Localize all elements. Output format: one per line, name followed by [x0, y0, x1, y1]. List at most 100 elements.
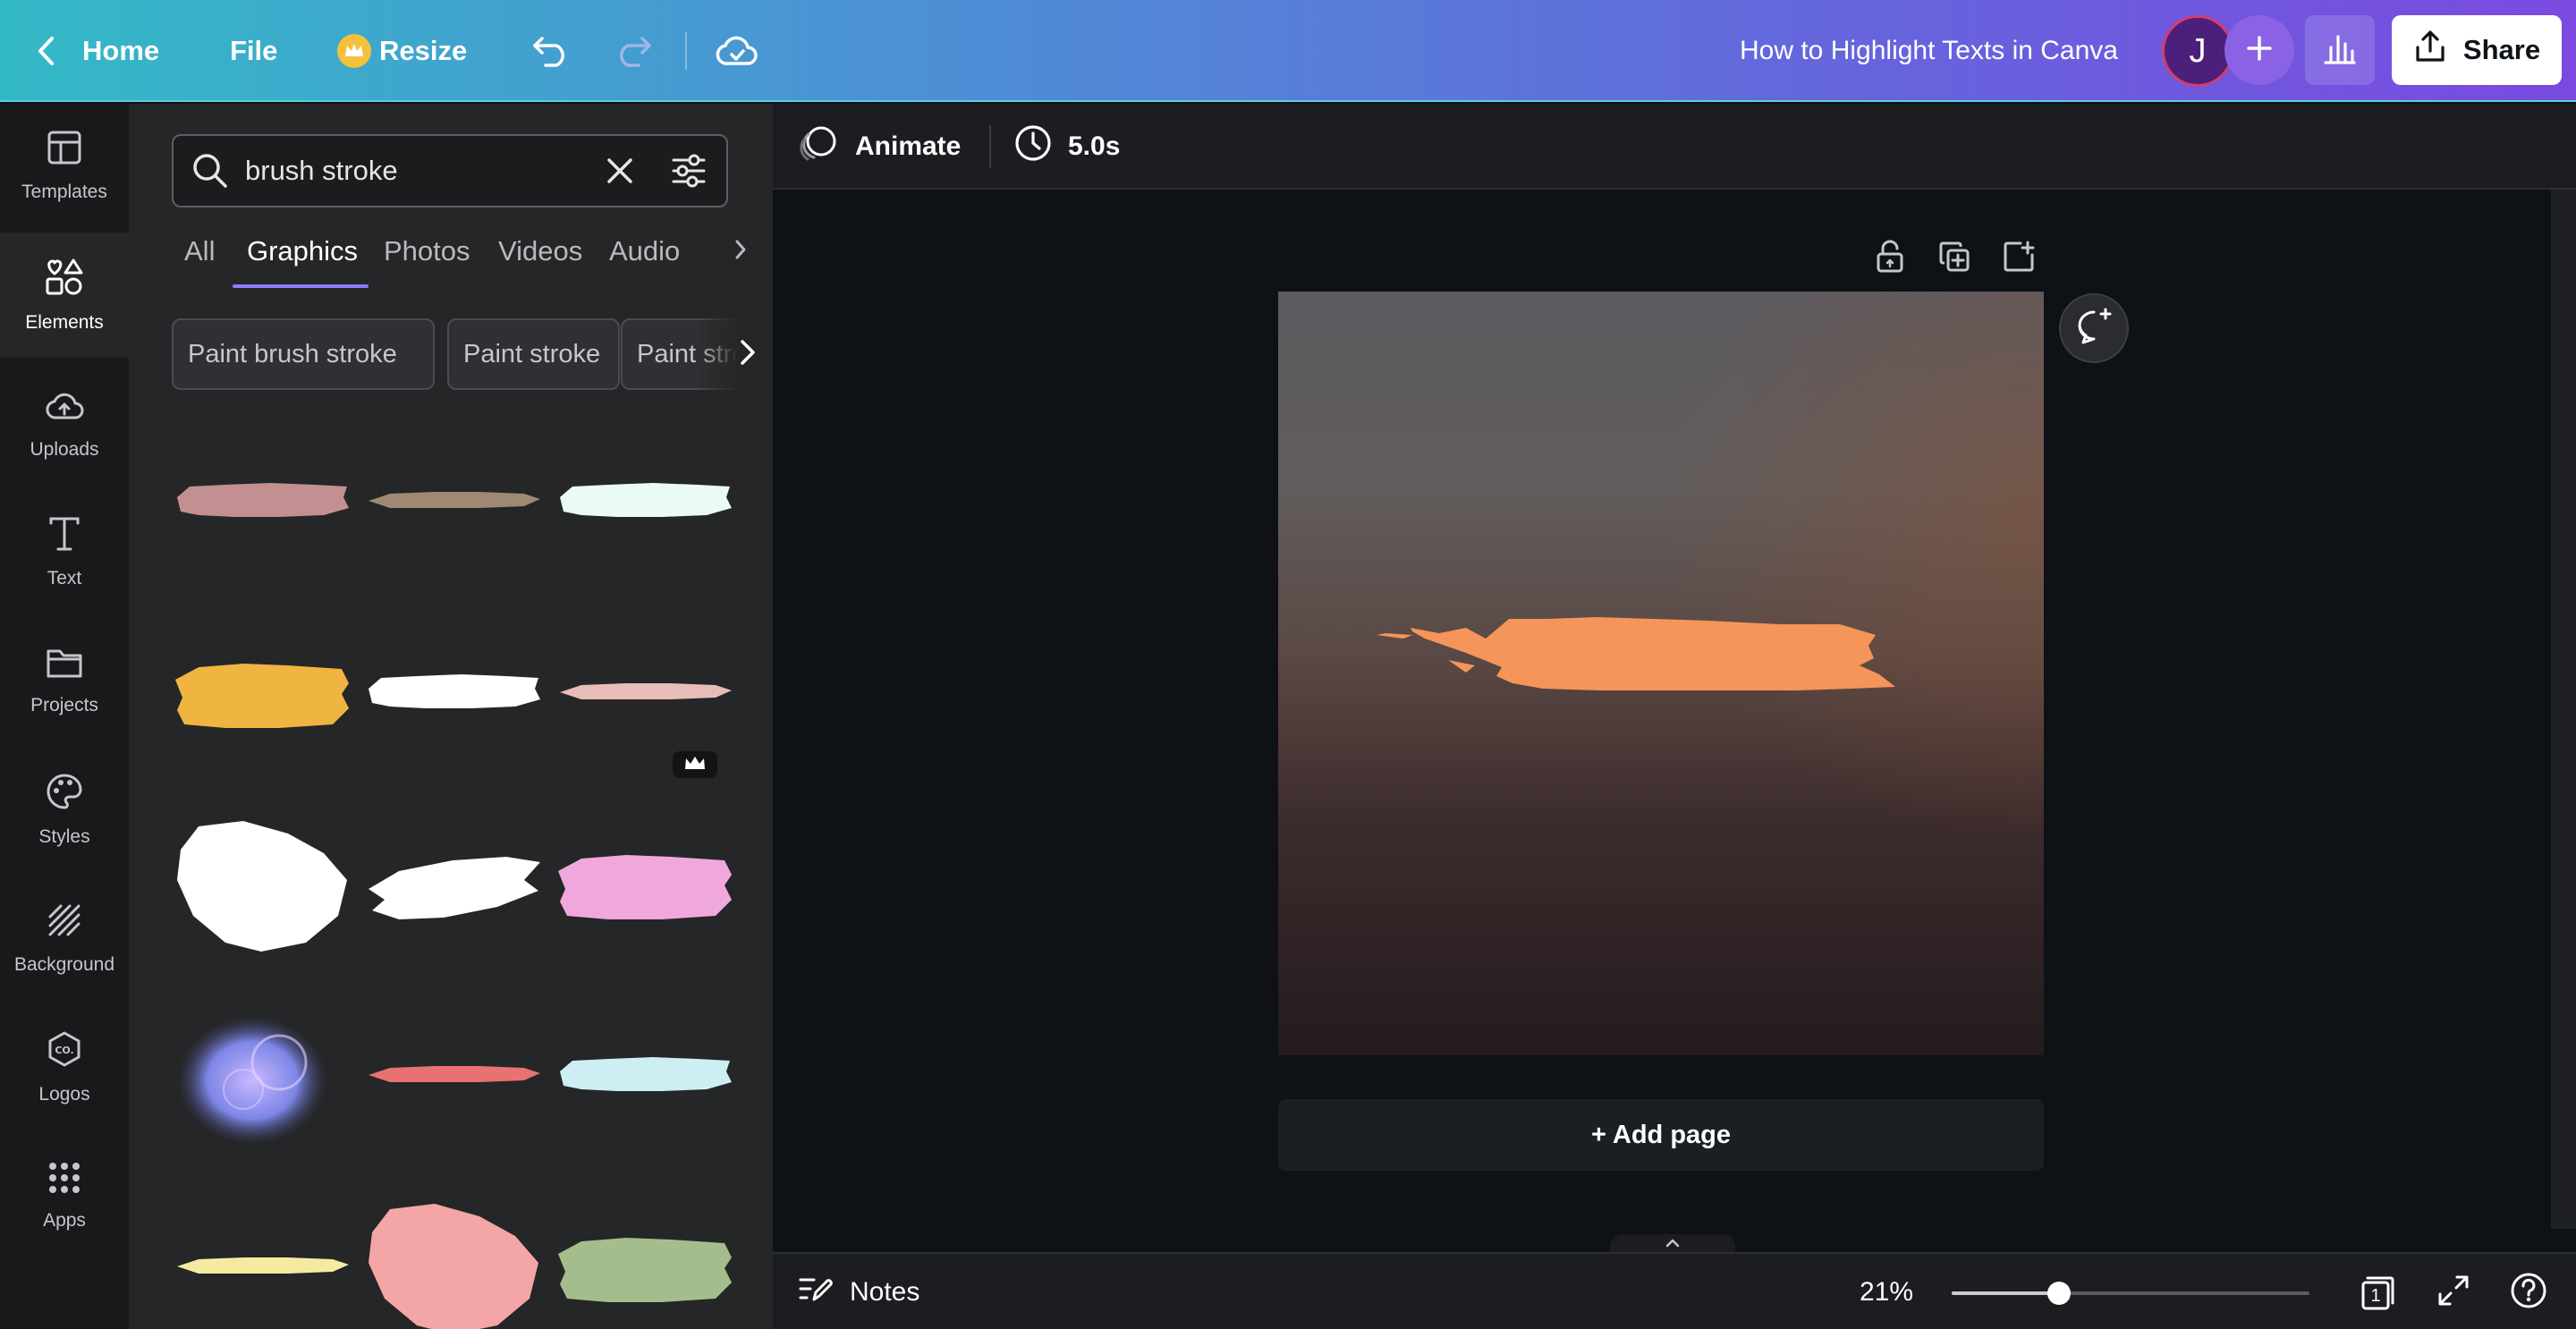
brush-stroke-graphic: [560, 1057, 732, 1091]
brush-stroke-graphic: [560, 483, 732, 517]
brush-stroke-graphic: [175, 664, 349, 728]
workspace-scrollbar[interactable]: [2551, 190, 2576, 1229]
graphic-item[interactable]: [172, 817, 351, 961]
add-page-icon-button[interactable]: [1992, 236, 2046, 281]
zoom-percentage[interactable]: 21%: [1846, 1254, 1927, 1329]
redo-button[interactable]: [614, 0, 653, 102]
notes-icon: [798, 1273, 834, 1312]
palette-icon: [46, 773, 83, 816]
graphic-item[interactable]: [363, 461, 542, 551]
rail-item-apps[interactable]: Apps: [0, 1134, 129, 1259]
graphic-item[interactable]: [555, 461, 733, 551]
zoom-slider[interactable]: [1952, 1282, 2309, 1305]
tabs-scroll-right[interactable]: [708, 224, 773, 278]
tab-all[interactable]: All: [184, 224, 215, 278]
page-count-button[interactable]: 1: [2354, 1268, 2402, 1316]
search-box[interactable]: brush stroke: [172, 134, 728, 207]
graphic-item[interactable]: [555, 1036, 733, 1125]
duration-label: 5.0s: [1068, 131, 1121, 161]
left-rail: Templates Elements Uploads Text Projects: [0, 104, 129, 1329]
notes-button[interactable]: Notes: [798, 1254, 919, 1329]
lock-icon: [1875, 240, 1905, 278]
duplicate-page-button[interactable]: [1928, 236, 1981, 281]
animate-button[interactable]: Animate: [798, 104, 961, 190]
fullscreen-button[interactable]: [2429, 1268, 2478, 1316]
folder-icon: [46, 647, 83, 684]
uploads-icon: [45, 387, 84, 428]
tab-videos[interactable]: Videos: [498, 224, 582, 278]
invite-button[interactable]: [2224, 15, 2294, 85]
active-tab-indicator: [233, 284, 369, 288]
graphic-item[interactable]: [172, 653, 351, 742]
add-comment-button[interactable]: [2059, 293, 2129, 363]
cloud-check-icon: [716, 35, 758, 67]
graphic-item[interactable]: [555, 1227, 733, 1316]
graphic-item[interactable]: [172, 461, 351, 551]
rail-label: Templates: [21, 182, 107, 202]
search-input[interactable]: brush stroke: [245, 136, 398, 206]
duration-button[interactable]: 5.0s: [1014, 104, 1120, 190]
tab-photos[interactable]: Photos: [384, 224, 470, 278]
graphic-item[interactable]: [172, 1009, 351, 1152]
rail-item-templates[interactable]: Templates: [0, 104, 129, 229]
lock-page-button[interactable]: [1863, 236, 1917, 281]
bar-chart-icon: [2323, 31, 2357, 70]
graphic-item[interactable]: [363, 844, 542, 934]
redo-icon: [614, 35, 653, 67]
graphic-item[interactable]: [172, 1227, 351, 1316]
suggestion-chip[interactable]: Paint stroke: [447, 318, 620, 390]
rail-item-uploads[interactable]: Uploads: [0, 361, 129, 487]
chips-scroll-right[interactable]: [696, 318, 773, 390]
avatar[interactable]: J: [2162, 15, 2233, 87]
tab-audio[interactable]: Audio: [609, 224, 680, 278]
rail-item-background[interactable]: Background: [0, 876, 129, 1002]
elements-panel: brush stroke All Graphics Photos Videos …: [129, 104, 773, 1329]
avatar-initial: J: [2189, 31, 2207, 70]
editor-toolbar: Animate 5.0s: [773, 104, 2576, 190]
expand-icon: [2436, 1274, 2470, 1312]
rail-item-projects[interactable]: Projects: [0, 619, 129, 744]
home-button[interactable]: Home: [36, 0, 159, 102]
brush-stroke-graphic: [369, 1204, 538, 1329]
clear-search-icon[interactable]: [605, 156, 635, 190]
document-title[interactable]: How to Highlight Texts in Canva: [1740, 0, 2118, 102]
brush-stroke-graphic: [558, 855, 732, 919]
share-button[interactable]: Share: [2392, 15, 2562, 85]
editor-footer: Notes 21% 1: [773, 1252, 2576, 1329]
insights-button[interactable]: [2305, 15, 2375, 85]
canvas-brush-stroke[interactable]: [1278, 292, 2044, 1055]
undo-button[interactable]: [531, 0, 571, 102]
filter-icon[interactable]: [671, 154, 707, 192]
rail-label: Logos: [38, 1084, 90, 1105]
brush-stroke-graphic: [560, 683, 732, 699]
resize-button[interactable]: Resize: [336, 0, 467, 102]
chevron-right-icon: [733, 239, 748, 265]
add-page-button[interactable]: + Add page: [1278, 1099, 2044, 1171]
notes-label: Notes: [850, 1277, 920, 1307]
graphic-item[interactable]: [555, 844, 733, 934]
rail-label: Styles: [38, 826, 90, 847]
rail-item-styles[interactable]: Styles: [0, 748, 129, 873]
zoom-slider-thumb[interactable]: [2046, 1282, 2071, 1305]
graphic-item[interactable]: [363, 653, 542, 742]
graphic-item[interactable]: [555, 653, 733, 742]
rail-item-logos[interactable]: CO. Logos: [0, 1005, 129, 1130]
clock-icon: [1014, 124, 1052, 169]
undo-icon: [531, 35, 571, 67]
file-menu-button[interactable]: File: [230, 0, 277, 102]
graphic-item[interactable]: [363, 1036, 542, 1125]
design-page[interactable]: [1278, 292, 2044, 1055]
suggestion-chip[interactable]: Paint brush stroke: [172, 318, 435, 390]
zoom-slider-fill: [1952, 1291, 2059, 1295]
brush-stroke-graphic: [369, 857, 540, 919]
help-button[interactable]: [2504, 1268, 2553, 1316]
crown-icon: [336, 33, 372, 69]
tab-graphics[interactable]: Graphics: [247, 224, 358, 278]
share-label: Share: [2462, 34, 2541, 65]
rail-item-text[interactable]: Text: [0, 490, 129, 615]
brush-stroke-graphic: [177, 1257, 349, 1274]
graphic-item[interactable]: [363, 1200, 542, 1329]
rail-item-elements[interactable]: Elements: [0, 233, 129, 358]
animate-label: Animate: [855, 131, 962, 161]
cloud-save-status[interactable]: [716, 0, 758, 102]
